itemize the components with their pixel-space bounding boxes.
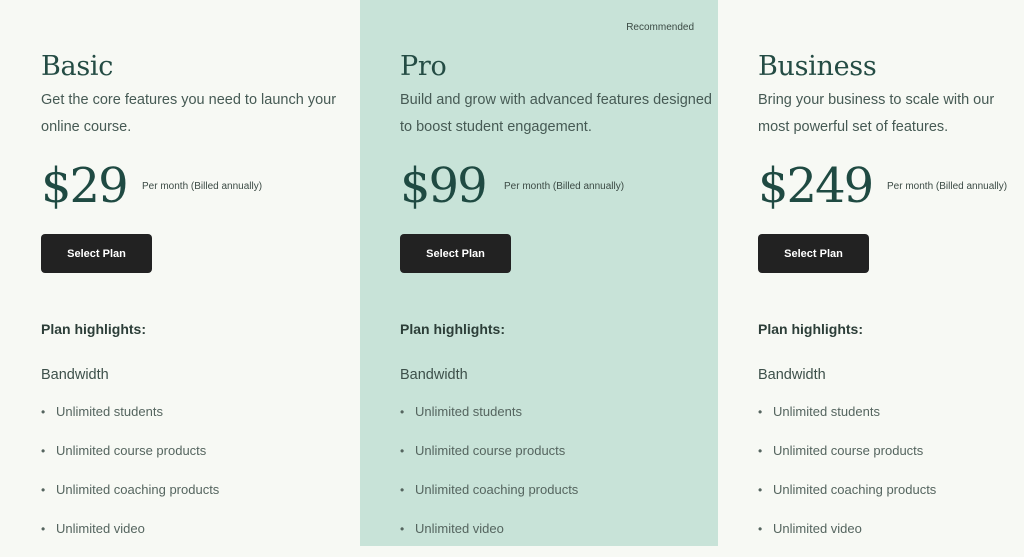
select-plan-button[interactable]: Select Plan [400, 234, 511, 273]
plan-name: Business [758, 51, 877, 82]
plan-name: Basic [41, 51, 114, 82]
billing-note: Per month (Billed annually) [142, 181, 263, 192]
bullet-icon: • [400, 405, 405, 419]
plan-price: $249 [758, 158, 874, 214]
feature-group-title: Bandwidth [400, 367, 468, 383]
feature-group-title: Bandwidth [41, 367, 109, 383]
feature-item: • Unlimited course products [41, 440, 219, 479]
select-plan-button[interactable]: Select Plan [41, 234, 152, 273]
feature-list: • Unlimited students • Unlimited course pr… [41, 401, 219, 557]
plan-highlights-heading: Plan highlights: [400, 321, 505, 337]
bullet-icon: • [41, 405, 46, 419]
feature-group-title: Bandwidth [758, 367, 826, 383]
plan-highlights-heading: Plan highlights: [41, 321, 146, 337]
select-plan-button[interactable]: Select Plan [758, 234, 869, 273]
plan-card-pro: Recommended Pro Build and grow with adva… [360, 0, 718, 546]
feature-text: Unlimited students [773, 404, 880, 419]
bullet-icon: • [758, 444, 763, 458]
plan-description: Build and grow with advanced features de… [400, 92, 712, 135]
plan-description: Bring your business to scale with our mo… [758, 92, 995, 135]
feature-item: • Unlimited course products [400, 440, 578, 479]
feature-text: Unlimited students [56, 404, 163, 419]
plan-card-basic: Basic Get the core features you need to … [0, 0, 360, 546]
feature-text: Unlimited coaching products [773, 482, 937, 497]
bullet-icon: • [758, 522, 763, 536]
feature-item: • Unlimited students [758, 401, 936, 440]
feature-item: • Unlimited coaching products [400, 479, 578, 518]
bullet-icon: • [758, 405, 763, 419]
plan-name: Pro [400, 51, 447, 82]
plan-highlights-heading: Plan highlights: [758, 321, 863, 337]
feature-list: • Unlimited students • Unlimited course pr… [400, 401, 578, 557]
feature-item: • Unlimited coaching products [41, 479, 219, 518]
feature-item: • Unlimited video [400, 518, 578, 557]
plan-price: $29 [41, 158, 129, 214]
feature-item: • Unlimited students [41, 401, 219, 440]
plan-card-business: Business Bring your business to scale wi… [718, 0, 1024, 546]
feature-item: • Unlimited students [400, 401, 578, 440]
billing-note: Per month (Billed annually) [887, 181, 1008, 192]
feature-text: Unlimited video [773, 521, 862, 536]
feature-list: • Unlimited students • Unlimited course pr… [758, 401, 936, 557]
bullet-icon: • [400, 483, 405, 497]
feature-text: Unlimited coaching products [56, 482, 220, 497]
feature-text: Unlimited course products [415, 443, 566, 458]
bullet-icon: • [400, 444, 405, 458]
bullet-icon: • [400, 522, 405, 536]
feature-text: Unlimited coaching products [415, 482, 579, 497]
feature-item: • Unlimited coaching products [758, 479, 936, 518]
feature-item: • Unlimited course products [758, 440, 936, 479]
plan-price: $99 [400, 158, 488, 214]
bullet-icon: • [41, 444, 46, 458]
plan-description: Get the core features you need to launch… [41, 92, 337, 135]
feature-item: • Unlimited video [758, 518, 936, 557]
feature-text: Unlimited students [415, 404, 522, 419]
bullet-icon: • [41, 522, 46, 536]
feature-text: Unlimited course products [56, 443, 207, 458]
bullet-icon: • [41, 483, 46, 497]
feature-text: Unlimited video [415, 521, 504, 536]
billing-note: Per month (Billed annually) [504, 181, 625, 192]
bullet-icon: • [758, 483, 763, 497]
feature-item: • Unlimited video [41, 518, 219, 557]
recommended-badge: Recommended [626, 22, 694, 33]
feature-text: Unlimited course products [773, 443, 924, 458]
feature-text: Unlimited video [56, 521, 145, 536]
